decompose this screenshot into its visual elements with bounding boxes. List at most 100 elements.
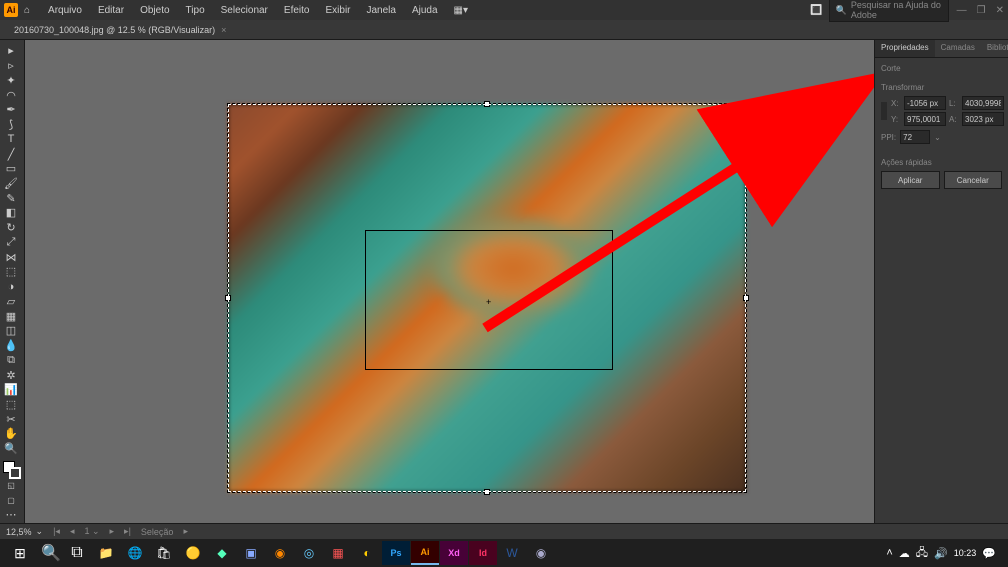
maximize-icon[interactable]: ❐ [977,5,986,16]
tb-indesign[interactable]: Id [469,541,497,565]
zoom-value[interactable]: 12,5% [6,527,32,537]
nav-prev-icon[interactable]: ◂ [70,526,75,537]
tool-selection[interactable]: ▸ [0,44,22,58]
tb-app6[interactable]: ◐ [353,541,381,565]
x-input[interactable] [904,96,946,110]
artboard-nav[interactable]: 1 ⌄ [84,526,99,537]
nav-last-icon[interactable]: ▸| [124,526,131,537]
menu-objeto[interactable]: Objeto [132,5,177,16]
menu-exibir[interactable]: Exibir [317,5,358,16]
tool-pen[interactable]: ✒ [0,103,22,117]
tb-app3[interactable]: ◉ [266,541,294,565]
w-input[interactable] [962,96,1004,110]
tool-mesh[interactable]: ▦ [0,309,22,323]
canvas[interactable]: + [25,40,874,523]
tab-bibliotecas[interactable]: Bibliotecas [981,40,1008,57]
tool-shape-builder[interactable]: ◑ [0,280,22,294]
tray-clock[interactable]: 10:23 [954,548,977,558]
tool-blend[interactable]: ⧉ [0,353,22,367]
nav-first-icon[interactable]: |◂ [53,526,60,537]
taskbar-search-icon[interactable]: 🔍 [40,542,62,564]
tab-propriedades[interactable]: Propriedades [875,40,935,57]
toolbar-edit[interactable]: ⋯ [0,508,22,522]
menu-selecionar[interactable]: Selecionar [213,5,276,16]
home-icon[interactable]: ⌂ [24,5,30,16]
screen-mode[interactable]: ▢ [0,493,22,507]
tray-network-icon[interactable]: 🖧 [916,544,928,563]
tb-explorer[interactable]: 📁 [92,541,120,565]
handle-left[interactable] [225,295,231,301]
share-icon[interactable]: 🔳 [810,5,822,16]
minimize-icon[interactable]: — [957,5,967,16]
tool-shaper[interactable]: ✎ [0,191,22,205]
tb-photoshop[interactable]: Ps [382,541,410,565]
menu-janela[interactable]: Janela [359,5,404,16]
tray-up-icon[interactable]: ˄ [886,547,892,559]
tab-camadas[interactable]: Camadas [935,40,981,57]
reference-point[interactable] [881,102,887,120]
h-input[interactable] [962,112,1004,126]
apply-button[interactable]: Aplicar [881,171,940,189]
task-view-icon[interactable]: ⧉ [66,542,88,564]
tool-eraser[interactable]: ◧ [0,206,22,220]
start-button[interactable]: ⊞ [4,541,36,565]
stroke-color[interactable] [9,467,21,479]
zoom-dropdown-icon[interactable]: ⌄ [36,526,44,537]
tool-width[interactable]: ⋈ [0,250,22,264]
tb-app2[interactable]: ▣ [237,541,265,565]
tray-volume-icon[interactable]: 🔊 [934,547,948,560]
ppi-dropdown-icon[interactable]: ⌄ [934,133,941,142]
tb-app5[interactable]: ▦ [324,541,352,565]
tb-chrome[interactable]: 🟡 [179,541,207,565]
menu-efeito[interactable]: Efeito [276,5,318,16]
status-dd-icon[interactable]: ▸ [183,526,188,537]
tool-symbol-sprayer[interactable]: ✲ [0,368,22,382]
tb-app1[interactable]: ◆ [208,541,236,565]
tool-type[interactable]: T [0,132,22,146]
tool-rectangle[interactable]: ▭ [0,162,22,176]
tb-app4[interactable]: ◎ [295,541,323,565]
tb-illustrator[interactable]: Ai [411,541,439,565]
tb-store[interactable]: 🛍 [150,541,178,565]
close-icon[interactable]: ✕ [996,5,1004,16]
handle-bottom[interactable] [484,489,490,495]
y-input[interactable] [904,112,946,126]
tool-scale[interactable]: ⤢ [0,236,22,250]
fill-stroke-swatch[interactable] [3,461,21,479]
tb-xd[interactable]: Xd [440,541,468,565]
ppi-input[interactable] [900,130,930,144]
tool-eyedropper[interactable]: 💧 [0,339,22,353]
artboard[interactable]: + [228,104,746,492]
tool-curvature[interactable]: ⟆ [0,118,22,132]
tool-perspective[interactable]: ▱ [0,294,22,308]
cancel-button[interactable]: Cancelar [944,171,1003,189]
tb-steam[interactable]: ◉ [527,541,555,565]
tool-artboard[interactable]: ⬚ [0,398,22,412]
arrange-docs-icon[interactable]: ▦▾ [446,5,476,16]
tray-notifications-icon[interactable]: 💬 [982,547,996,560]
menu-tipo[interactable]: Tipo [178,5,213,16]
handle-top[interactable] [484,101,490,107]
tool-zoom[interactable]: 🔍 [0,442,22,456]
tool-magic-wand[interactable]: ✦ [0,73,22,87]
tool-lasso[interactable]: ◠ [0,88,22,102]
tool-slice[interactable]: ✂ [0,412,22,426]
tool-brush[interactable]: 🖌 [0,177,22,191]
tb-word[interactable]: W [498,541,526,565]
handle-right[interactable] [743,295,749,301]
tool-hand[interactable]: ✋ [0,427,22,441]
menu-arquivo[interactable]: Arquivo [40,5,90,16]
tab-close-icon[interactable]: × [221,25,226,35]
tool-graph[interactable]: 📊 [0,383,22,397]
tool-direct-selection[interactable]: ▹ [0,59,22,73]
menu-editar[interactable]: Editar [90,5,132,16]
document-tab[interactable]: 20160730_100048.jpg @ 12.5 % (RGB/Visual… [6,25,234,35]
menu-ajuda[interactable]: Ajuda [404,5,446,16]
tool-free-transform[interactable]: ⬚ [0,265,22,279]
tool-gradient[interactable]: ◫ [0,324,22,338]
tb-edge[interactable]: 🌐 [121,541,149,565]
tool-rotate[interactable]: ↻ [0,221,22,235]
crop-rectangle[interactable]: + [365,230,613,370]
tray-onedrive-icon[interactable]: ☁ [899,547,910,560]
tool-line[interactable]: ╱ [0,147,22,161]
